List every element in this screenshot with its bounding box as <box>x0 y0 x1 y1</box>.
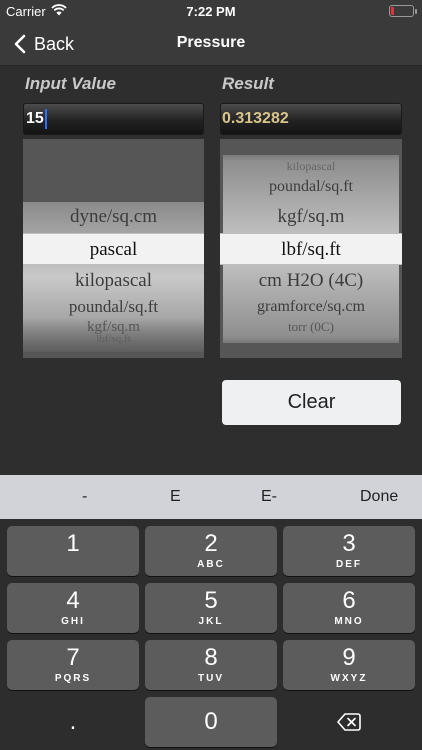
key-7[interactable]: 7 PQRS <box>7 640 139 690</box>
negative-exponent-key[interactable]: E- <box>261 475 277 519</box>
delete-key[interactable] <box>283 697 415 747</box>
key-letters: GHI <box>61 616 85 627</box>
done-button[interactable]: Done <box>360 475 398 519</box>
input-unit-picker[interactable]: dyne/sq.cm pascal kilopascal poundal/sq.… <box>23 139 204 358</box>
result-value-text: 0.313282 <box>222 110 289 127</box>
input-picker-row[interactable]: dyne/sq.cm <box>23 201 204 233</box>
result-picker-row[interactable]: torr (0C) <box>220 319 402 335</box>
battery-icon <box>389 5 417 17</box>
exponent-key[interactable]: E <box>170 475 181 519</box>
key-digit: 9 <box>342 644 356 671</box>
key-digit: 8 <box>204 644 218 671</box>
key-digit: 5 <box>204 587 218 614</box>
battery-level <box>391 7 394 15</box>
key-digit: . <box>69 708 77 735</box>
key-5[interactable]: 5 JKL <box>145 583 277 633</box>
result-picker-row-selected[interactable]: lbf/sq.ft <box>220 233 402 265</box>
key-letters: PQRS <box>54 673 92 684</box>
result-picker-row[interactable]: kgf/sq.m <box>220 201 402 233</box>
key-letters: ABC <box>197 559 225 570</box>
navigation-bar: Back Pressure <box>0 22 422 66</box>
key-3[interactable]: 3 DEF <box>283 526 415 576</box>
result-picker-row[interactable]: poundal/sq.ft <box>220 174 402 200</box>
input-picker-row[interactable]: kilopascal <box>23 265 204 297</box>
clear-button[interactable]: Clear <box>222 380 401 425</box>
key-4[interactable]: 4 GHI <box>7 583 139 633</box>
key-digit: 7 <box>66 644 80 671</box>
result-picker-row[interactable]: cm H2O (4C) <box>220 265 402 297</box>
key-letters: DEF <box>336 559 362 570</box>
input-value-label: Input Value <box>25 74 116 93</box>
result-label: Result <box>222 74 274 93</box>
status-time: 7:22 PM <box>186 4 236 19</box>
key-1[interactable]: 1 <box>7 526 139 576</box>
number-pad: 1 2 ABC 3 DEF 4 GHI 5 JKL 6 MNO 7 PQRS 8… <box>0 519 422 750</box>
key-0[interactable]: 0 <box>145 697 277 747</box>
key-digit: 2 <box>204 530 218 557</box>
key-digit: 4 <box>66 587 80 614</box>
input-picker-row[interactable]: lbf/sq.ft <box>23 333 204 345</box>
key-digit: 1 <box>66 530 80 557</box>
result-unit-picker[interactable]: kilopascal poundal/sq.ft kgf/sq.m lbf/sq… <box>220 139 402 358</box>
key-digit: 6 <box>342 587 356 614</box>
page-title: Pressure <box>176 34 246 51</box>
text-caret <box>44 108 47 129</box>
delete-backspace-icon <box>337 713 361 731</box>
key-8[interactable]: 8 TUV <box>145 640 277 690</box>
key-letters: JKL <box>198 616 224 627</box>
result-value-field[interactable]: 0.313282 <box>220 103 402 135</box>
result-picker-row[interactable]: gramforce/sq.cm <box>220 294 402 320</box>
key-letters: TUV <box>198 673 224 684</box>
decimal-key[interactable]: . <box>7 697 139 747</box>
key-digit: 0 <box>204 708 218 735</box>
key-letters: WXYZ <box>330 673 368 684</box>
minus-key[interactable]: - <box>82 475 87 519</box>
keyboard-accessory-bar: - E E- Done <box>0 475 422 519</box>
input-value-field[interactable]: 15 <box>23 103 204 135</box>
input-value-text: 15 <box>26 110 44 127</box>
key-letters: MNO <box>334 616 364 627</box>
key-digit: 3 <box>342 530 356 557</box>
key-9[interactable]: 9 WXYZ <box>283 640 415 690</box>
status-bar: Carrier 7:22 PM <box>0 0 422 22</box>
key-6[interactable]: 6 MNO <box>283 583 415 633</box>
input-picker-row-selected[interactable]: pascal <box>23 233 204 265</box>
key-2[interactable]: 2 ABC <box>145 526 277 576</box>
result-picker-row[interactable]: kilopascal <box>220 159 402 173</box>
